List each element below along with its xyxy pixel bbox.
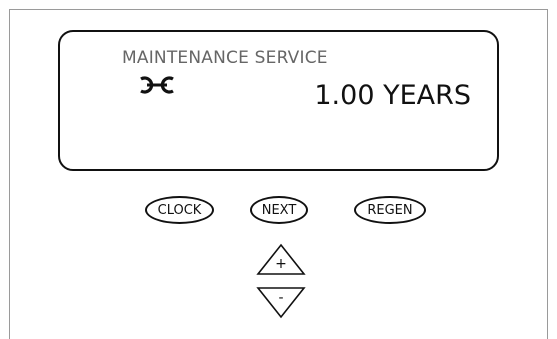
clock-button[interactable]: CLOCK <box>145 196 214 224</box>
display-value: 1.00 YEARS <box>314 80 471 111</box>
up-arrow-button[interactable]: + <box>256 243 306 276</box>
next-button[interactable]: NEXT <box>250 196 308 224</box>
regen-button[interactable]: REGEN <box>354 196 426 224</box>
display-title: MAINTENANCE SERVICE <box>122 48 328 68</box>
wrench-icon <box>140 76 174 94</box>
lcd-display: MAINTENANCE SERVICE 1.00 YEARS <box>58 30 499 171</box>
down-arrow-button[interactable]: - <box>256 286 306 319</box>
up-arrow-label: + <box>275 256 287 272</box>
down-arrow-label: - <box>278 290 283 306</box>
